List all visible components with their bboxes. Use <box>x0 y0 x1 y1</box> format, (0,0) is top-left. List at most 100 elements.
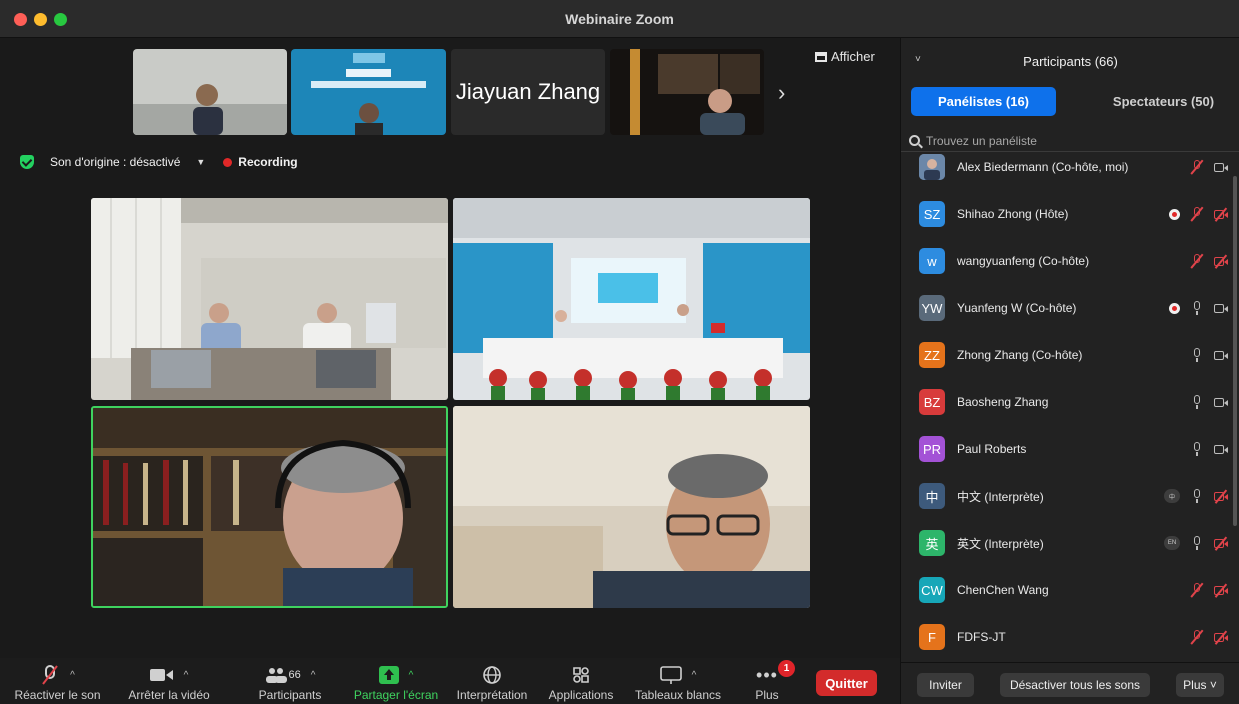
thumbnail-video-4[interactable] <box>610 49 764 135</box>
participant-row[interactable]: 中中文 (Interprète) 中 <box>901 473 1231 519</box>
participant-row[interactable]: SZ Shihao Zhong (Hôte) <box>901 191 1231 237</box>
camera-icon[interactable] <box>1214 397 1229 408</box>
mute-all-button[interactable]: Désactiver tous les sons <box>1000 673 1150 697</box>
camera-off-icon[interactable] <box>1214 583 1229 597</box>
avatar: F <box>919 624 945 650</box>
quit-button[interactable]: Quitter <box>816 670 877 696</box>
participant-row[interactable]: YW Yuanfeng W (Co-hôte) <box>901 285 1231 331</box>
participant-status-icons <box>1190 582 1229 598</box>
original-audio-toggle[interactable]: Son d'origine : désactivé <box>50 155 180 169</box>
shield-check-icon[interactable] <box>20 155 34 169</box>
notification-badge: 1 <box>778 660 795 677</box>
chevron-up-icon[interactable]: ^ <box>70 670 75 681</box>
camera-off-icon[interactable] <box>1214 254 1229 268</box>
recording-label: Recording <box>238 155 298 169</box>
view-grid-icon <box>815 52 827 62</box>
mic-icon[interactable] <box>1190 442 1204 456</box>
mic-icon[interactable] <box>1190 536 1204 550</box>
participant-row[interactable]: w wangyuanfeng (Co-hôte) <box>901 238 1231 284</box>
participant-list-scrollbar[interactable] <box>1233 176 1237 526</box>
participant-status-icons <box>1190 253 1229 269</box>
panel-more-button[interactable]: Plus ˅ <box>1176 673 1224 697</box>
unmute-button[interactable]: ^ Réactiver le son <box>0 658 115 704</box>
whiteboards-label: Tableaux blancs <box>634 688 722 702</box>
avatar: YW <box>919 295 945 321</box>
camera-icon[interactable] <box>1214 350 1229 361</box>
camera-off-icon[interactable] <box>1214 207 1229 221</box>
recording-indicator-icon <box>1169 302 1180 314</box>
participant-name: 英文 (Interprète) <box>957 536 1044 551</box>
strip-next-arrow[interactable]: › <box>778 80 785 106</box>
mic-off-icon[interactable] <box>1190 582 1204 598</box>
tab-panelists[interactable]: Panélistes (16) <box>911 87 1056 116</box>
avatar: 英 <box>919 530 945 556</box>
thumbnail-video-2[interactable] <box>291 49 446 135</box>
language-badge-icon: 中 <box>1164 489 1180 503</box>
camera-off-icon[interactable] <box>1214 536 1229 550</box>
camera-icon[interactable] <box>1214 444 1229 455</box>
view-button[interactable]: Afficher <box>815 49 875 64</box>
video-tile-stage[interactable] <box>453 198 810 400</box>
video-tile-participant[interactable] <box>453 406 810 608</box>
thumbnail-4-image <box>610 49 764 135</box>
stop-video-label: Arrêter la vidéo <box>128 688 210 702</box>
invite-button[interactable]: Inviter <box>917 673 974 697</box>
participant-name: wangyuanfeng (Co-hôte) <box>957 254 1090 268</box>
chevron-up-icon[interactable]: ^ <box>184 670 189 681</box>
participant-tabs: Panélistes (16) Spectateurs (50) <box>911 87 1229 117</box>
camera-icon[interactable] <box>1214 303 1229 314</box>
chevron-up-icon[interactable]: ^ <box>409 670 414 681</box>
participant-row[interactable]: Alex Biedermann (Co-hôte, moi) <box>901 152 1231 190</box>
participant-row[interactable]: PR Paul Roberts <box>901 426 1231 472</box>
mic-icon[interactable] <box>1190 395 1204 409</box>
interpretation-button[interactable]: Interprétation <box>452 658 532 704</box>
participants-button[interactable]: 66 ^ Participants <box>245 658 335 704</box>
speaker-bookshelf-image <box>93 408 446 606</box>
participant-row[interactable]: ZZ Zhong Zhang (Co-hôte) <box>901 332 1231 378</box>
participant-name: Zhong Zhang (Co-hôte) <box>957 348 1083 362</box>
participant-status-icons: EN <box>1164 536 1229 550</box>
avatar: w <box>919 248 945 274</box>
participant-row[interactable]: CW ChenChen Wang <box>901 567 1231 613</box>
whiteboards-button[interactable]: ^ Tableaux blancs <box>628 658 728 704</box>
search-input[interactable] <box>926 133 1226 148</box>
camera-off-icon[interactable] <box>1214 630 1229 644</box>
thumbnail-video-1[interactable] <box>133 49 287 135</box>
share-screen-button[interactable]: ^ Partager l'écran <box>348 658 444 704</box>
thumbnail-name-tile[interactable]: Jiayuan Zhang <box>451 49 605 135</box>
participant-list: Alex Biedermann (Co-hôte, moi) SZ Shihao Z… <box>901 152 1239 656</box>
mic-off-icon[interactable] <box>1190 206 1204 222</box>
participant-row[interactable]: 英英文 (Interprète) EN <box>901 520 1231 566</box>
mic-off-icon[interactable] <box>1190 629 1204 645</box>
mic-icon[interactable] <box>1190 301 1204 315</box>
video-tile-active-speaker[interactable] <box>91 406 448 608</box>
mic-icon[interactable] <box>1190 348 1204 362</box>
video-camera-icon <box>149 669 173 681</box>
avatar: BZ <box>919 389 945 415</box>
mic-icon[interactable] <box>1190 489 1204 503</box>
chevron-down-icon[interactable]: ▼ <box>196 157 205 167</box>
mic-off-icon[interactable] <box>1190 253 1204 269</box>
participant-row[interactable]: F FDFS-JT <box>901 614 1231 656</box>
video-tile-conference-room[interactable] <box>91 198 448 400</box>
camera-icon[interactable] <box>1214 162 1229 173</box>
mic-off-icon <box>42 665 58 685</box>
applications-button[interactable]: Applications <box>544 658 618 704</box>
participants-panel: ˅ Participants (66) Panélistes (16) Spec… <box>900 38 1239 704</box>
participant-name: FDFS-JT <box>957 630 1006 644</box>
recording-indicator-icon <box>1169 208 1180 220</box>
participant-row[interactable]: BZ Baosheng Zhang <box>901 379 1231 425</box>
chevron-up-icon[interactable]: ^ <box>311 670 316 681</box>
participant-name: 中文 (Interprète) <box>957 489 1044 504</box>
chevron-up-icon[interactable]: ^ <box>692 670 697 681</box>
mic-off-icon[interactable] <box>1190 159 1204 175</box>
meeting-toolbar: ^ Réactiver le son ^ Arrêter la vidéo 66… <box>0 658 900 704</box>
stop-video-button[interactable]: ^ Arrêter la vidéo <box>118 658 220 704</box>
camera-off-icon[interactable] <box>1214 489 1229 503</box>
avatar: ZZ <box>919 342 945 368</box>
participant-name: Baosheng Zhang <box>957 395 1049 409</box>
recording-dot-icon <box>223 157 233 167</box>
thumbnail-1-image <box>133 49 287 135</box>
participants-icon <box>265 668 287 683</box>
tab-viewers[interactable]: Spectateurs (50) <box>1096 87 1231 116</box>
